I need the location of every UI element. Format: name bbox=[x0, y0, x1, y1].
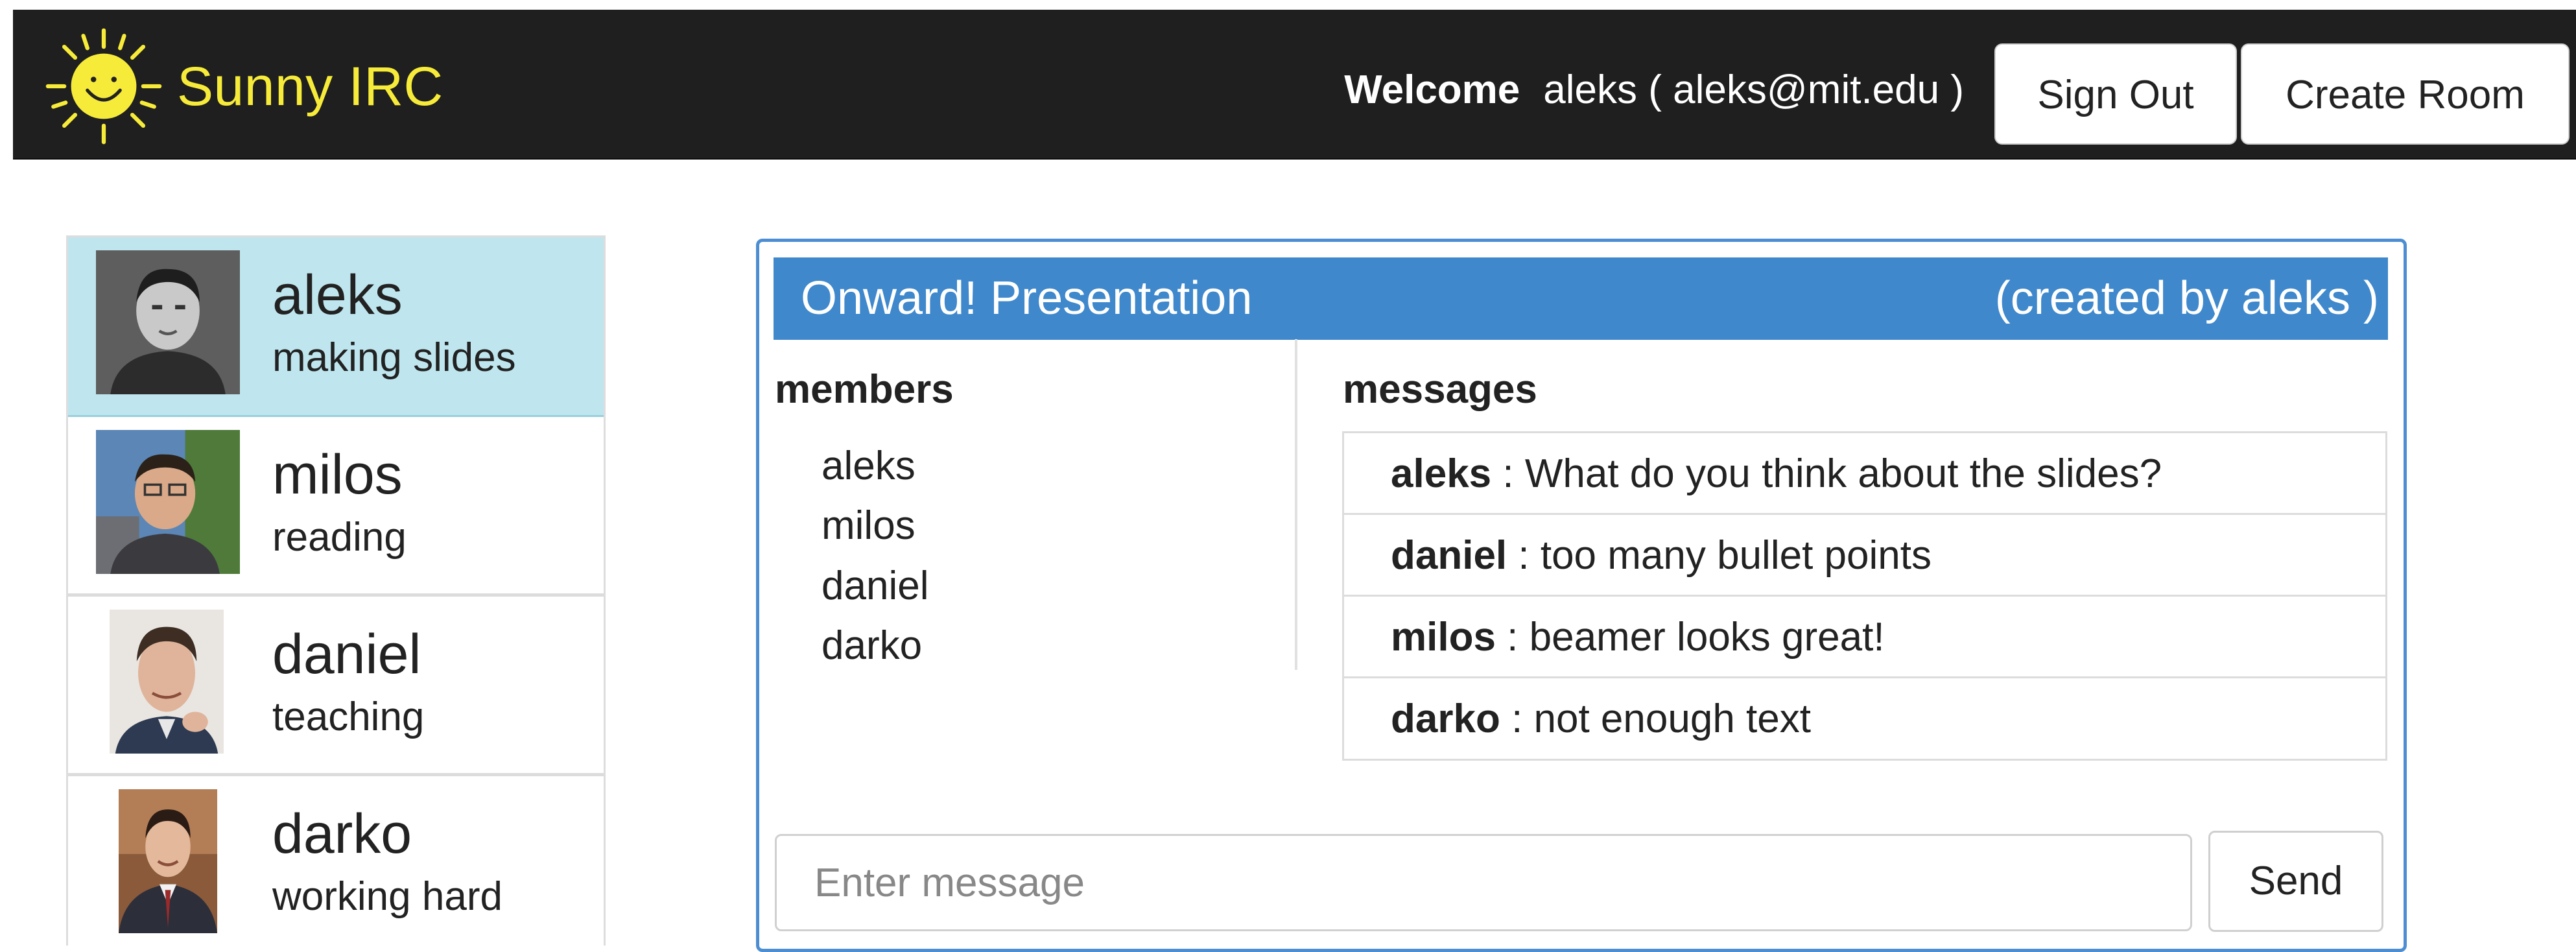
avatar bbox=[96, 250, 240, 394]
user-item-daniel[interactable]: daniel teaching bbox=[68, 597, 604, 776]
top-navbar: Sunny IRC Welcome aleks ( aleks@mit.edu )… bbox=[13, 10, 2576, 160]
user-status: teaching bbox=[272, 695, 425, 739]
avatar bbox=[119, 789, 217, 933]
current-user: aleks ( aleks@mit.edu ) bbox=[1543, 67, 1964, 112]
user-item-darko[interactable]: darko working hard bbox=[68, 776, 604, 946]
user-item-milos[interactable]: milos reading bbox=[68, 417, 604, 597]
user-status: reading bbox=[272, 515, 407, 560]
user-status: working hard bbox=[272, 874, 502, 919]
welcome-label: Welcome bbox=[1344, 67, 1520, 112]
member-item: aleks bbox=[821, 444, 916, 488]
user-name: aleks bbox=[272, 264, 403, 326]
members-heading: members bbox=[775, 367, 954, 412]
member-item: darko bbox=[821, 623, 923, 668]
avatar bbox=[96, 430, 240, 574]
chat-room-panel: Onward! Presentation (created by aleks )… bbox=[756, 239, 2407, 952]
brand[interactable]: Sunny IRC bbox=[36, 28, 443, 145]
message-input[interactable] bbox=[775, 834, 2192, 931]
user-item-aleks[interactable]: aleks making slides bbox=[68, 237, 604, 417]
member-item: daniel bbox=[821, 564, 929, 608]
message-author: daniel bbox=[1391, 533, 1507, 578]
message-item: milos : beamer looks great! bbox=[1344, 597, 2385, 678]
sign-out-button[interactable]: Sign Out bbox=[1994, 43, 2237, 145]
room-creator: (created by aleks ) bbox=[1994, 272, 2379, 324]
app-name: Sunny IRC bbox=[177, 55, 443, 117]
message-text: : What do you think about the slides? bbox=[1491, 451, 2162, 496]
message-text: : not enough text bbox=[1500, 696, 1811, 741]
message-author: darko bbox=[1391, 696, 1500, 741]
message-text: : too many bullet points bbox=[1507, 533, 1932, 578]
user-name: daniel bbox=[272, 623, 421, 685]
message-item: aleks : What do you think about the slid… bbox=[1344, 433, 2385, 515]
member-item: milos bbox=[821, 503, 916, 548]
room-header: Onward! Presentation (created by aleks ) bbox=[774, 257, 2388, 340]
messages-heading: messages bbox=[1343, 367, 1537, 412]
avatar bbox=[110, 610, 224, 754]
members-divider bbox=[1295, 339, 1297, 670]
send-button[interactable]: Send bbox=[2208, 831, 2383, 932]
message-author: milos bbox=[1391, 615, 1496, 660]
user-status: making slides bbox=[272, 335, 516, 380]
create-room-button[interactable]: Create Room bbox=[2241, 43, 2570, 145]
room-title: Onward! Presentation bbox=[801, 272, 1253, 324]
message-text: : beamer looks great! bbox=[1495, 615, 1885, 660]
message-item: daniel : too many bullet points bbox=[1344, 515, 2385, 597]
user-list: aleks making slides milos reading daniel… bbox=[66, 235, 606, 946]
smiling-sun-icon bbox=[36, 16, 172, 158]
user-name: darko bbox=[272, 803, 412, 865]
welcome-message: Welcome aleks ( aleks@mit.edu ) bbox=[1344, 67, 1964, 113]
message-list: aleks : What do you think about the slid… bbox=[1342, 431, 2387, 761]
user-name: milos bbox=[272, 444, 403, 506]
message-author: aleks bbox=[1391, 451, 1492, 496]
message-item: darko : not enough text bbox=[1344, 678, 2385, 760]
